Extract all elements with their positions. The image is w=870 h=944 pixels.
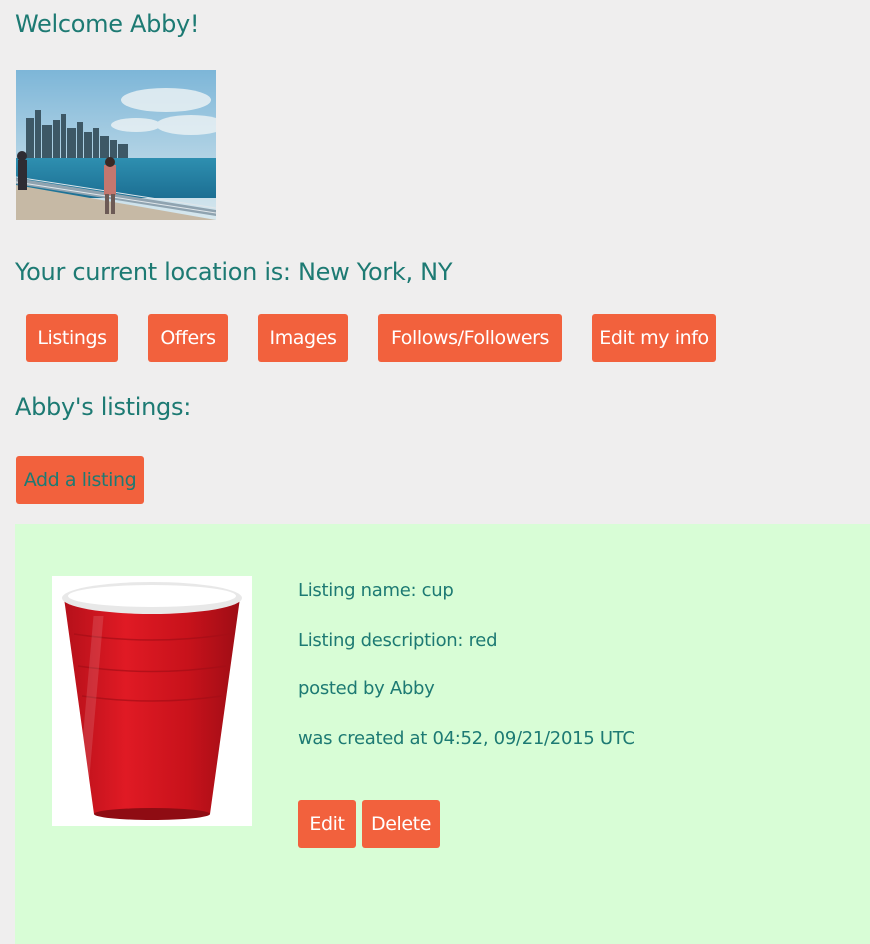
listing-description: Listing description: red — [298, 630, 498, 651]
listings-heading: Abby's listings: — [15, 393, 191, 421]
listing-posted-by: posted by Abby — [298, 678, 435, 699]
profile-nav: Listings Offers Images Follows/Followers… — [0, 314, 870, 362]
images-button[interactable]: Images — [258, 314, 348, 362]
listing-created-at: was created at 04:52, 09/21/2015 UTC — [298, 728, 635, 749]
follows-followers-button[interactable]: Follows/Followers — [378, 314, 562, 362]
current-location: Your current location is: New York, NY — [15, 258, 453, 286]
delete-listing-button[interactable]: Delete — [362, 800, 440, 848]
listing-card: Listing name: cup Listing description: r… — [15, 524, 870, 944]
edit-listing-button[interactable]: Edit — [298, 800, 356, 848]
offers-button[interactable]: Offers — [148, 314, 228, 362]
listing-name: Listing name: cup — [298, 580, 454, 601]
welcome-heading: Welcome Abby! — [15, 10, 200, 38]
profile-photo — [16, 70, 216, 220]
listing-image — [52, 576, 252, 826]
add-listing-button[interactable]: Add a listing — [16, 456, 144, 504]
listings-button[interactable]: Listings — [26, 314, 118, 362]
edit-info-button[interactable]: Edit my info — [592, 314, 716, 362]
